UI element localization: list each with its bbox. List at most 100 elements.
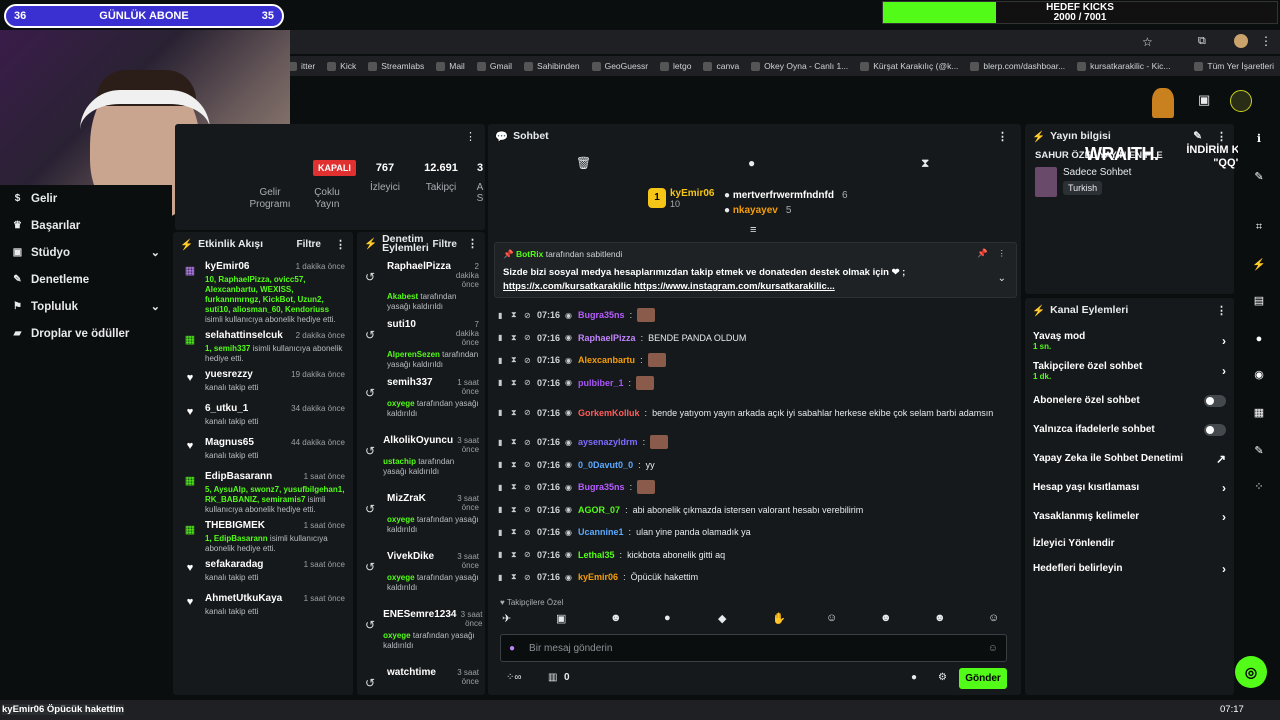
activity-username[interactable]: Magnus65: [205, 438, 254, 448]
emote-10-icon[interactable]: ☺: [988, 612, 999, 624]
ban-icon[interactable]: ⊘: [524, 573, 532, 582]
nav-item[interactable]: ✎ Denetleme: [0, 266, 172, 293]
moderation-username[interactable]: ENESemre1234: [383, 610, 456, 628]
ban-icon[interactable]: ⊘: [524, 356, 532, 365]
extensions-icon[interactable]: ⧉: [1198, 35, 1206, 48]
delete-message-icon[interactable]: ▮: [498, 550, 506, 559]
message-username[interactable]: AGOR_07: [578, 505, 620, 515]
moderator-name[interactable]: Akabest: [387, 292, 418, 301]
timeout-icon[interactable]: ⧗: [511, 437, 519, 447]
ban-icon[interactable]: ⊘: [524, 528, 532, 537]
ban-icon[interactable]: ⊘: [524, 505, 532, 514]
bookmark-item[interactable]: Kick: [327, 61, 356, 71]
gear-icon[interactable]: ⚙: [938, 672, 947, 683]
message-username[interactable]: 0_0Davut0_0: [578, 460, 633, 470]
infinity-icon[interactable]: ⁘∞: [506, 672, 522, 683]
message-username[interactable]: aysenazyldrm: [578, 437, 638, 447]
ban-icon[interactable]: ⊘: [524, 550, 532, 559]
channel-action-item[interactable]: Yalnızca ifadelerle sohbet: [1025, 415, 1234, 444]
pencil-icon[interactable]: ✎: [1248, 166, 1270, 188]
channel-action-item[interactable]: Hedefleri belirleyin ›: [1025, 556, 1234, 581]
chat-menu-icon[interactable]: ⋮: [997, 130, 1008, 143]
activity-username[interactable]: EdipBasarann: [205, 472, 272, 482]
moderation-username[interactable]: suti10: [387, 320, 416, 347]
moderator-name[interactable]: AlperenSezen: [387, 350, 440, 359]
bookmark-item[interactable]: Gmail: [476, 61, 512, 71]
bookmark-item[interactable]: itter: [288, 61, 315, 71]
server-icon[interactable]: ▦: [1248, 402, 1270, 424]
delete-message-icon[interactable]: ▮: [498, 573, 506, 582]
delete-message-icon[interactable]: ▮: [498, 505, 506, 514]
chevron-right-icon[interactable]: ›: [1222, 510, 1226, 524]
delete-message-icon[interactable]: ▮: [498, 311, 506, 320]
message-username[interactable]: Alexcanbartu: [578, 355, 635, 365]
profile-avatar[interactable]: [1234, 34, 1248, 48]
timeout-icon[interactable]: ⧗: [511, 310, 519, 320]
bookmark-item[interactable]: blerp.com/dashboar...: [970, 61, 1065, 71]
channel-action-item[interactable]: Yavaş mod 1 sn. ›: [1025, 326, 1234, 356]
bookmark-item[interactable]: Tüm Yer İşaretleri: [1194, 61, 1274, 71]
channel-action-item[interactable]: Hesap yaşı kısıtlaması ›: [1025, 473, 1234, 502]
ban-icon[interactable]: ⊘: [524, 378, 532, 387]
timeout-icon[interactable]: ⧗: [511, 572, 519, 582]
timeout-icon[interactable]: ⧗: [511, 527, 519, 537]
stream-info-menu-icon[interactable]: ⋮: [1216, 130, 1227, 143]
emote-5-icon[interactable]: ◆: [718, 612, 726, 625]
delete-message-icon[interactable]: ▮: [498, 378, 506, 387]
nav-item[interactable]: ▣ Stüdyo ⌄: [0, 239, 172, 266]
chat-input-box[interactable]: ● ☺: [500, 634, 1007, 662]
message-username[interactable]: RaphaelPizza: [578, 333, 636, 343]
activity-username[interactable]: selahattinselcuk: [205, 331, 283, 341]
bookmark-item[interactable]: GeoGuessr: [591, 61, 648, 71]
moderator-name[interactable]: ustachip: [383, 457, 416, 466]
ban-icon[interactable]: ⊘: [524, 333, 532, 342]
bookmark-item[interactable]: kursatkarakilic - Kic...: [1077, 61, 1170, 71]
chevron-down-icon[interactable]: ⌄: [998, 273, 1006, 284]
wrench-rail-icon[interactable]: ✎: [1248, 440, 1270, 462]
ban-icon[interactable]: ⊘: [524, 483, 532, 492]
hourglass-icon[interactable]: ⧗: [921, 156, 929, 171]
bookmark-item[interactable]: Streamlabs: [368, 61, 424, 71]
moderator-name[interactable]: oxyege: [387, 515, 415, 524]
category-name[interactable]: Sadece Sohbet: [1063, 167, 1131, 178]
message-username[interactable]: kyEmir06: [578, 572, 618, 582]
clipboard-icon[interactable]: ▤: [1248, 290, 1270, 312]
emote-2-icon[interactable]: ▣: [556, 612, 566, 625]
bookmark-item[interactable]: canva: [703, 61, 739, 71]
top-gifter[interactable]: ● nkayayev 5: [724, 205, 791, 216]
top-gifter[interactable]: ● mertverfrwermfndnfd 6: [724, 190, 848, 201]
nav-item[interactable]: ♛ Başarılar: [0, 212, 172, 239]
top-gifter[interactable]: 1 kyEmir06 10: [648, 188, 714, 210]
channel-action-item[interactable]: Yasaklanmış kelimeler ›: [1025, 502, 1234, 531]
chevron-down-icon[interactable]: ⌄: [151, 300, 160, 313]
moderation-username[interactable]: watchtime: [387, 668, 436, 686]
points-icon[interactable]: ▥: [548, 672, 557, 683]
activity-username[interactable]: yuesrezzy: [205, 370, 253, 380]
income-program-label[interactable]: Gelir Programı: [245, 187, 295, 211]
external-link-icon[interactable]: ↗: [1216, 452, 1226, 466]
ban-icon[interactable]: ⊘: [524, 460, 532, 469]
chevron-right-icon[interactable]: ›: [1222, 364, 1226, 378]
bookmark-item[interactable]: letgo: [660, 61, 691, 71]
ban-icon[interactable]: ⊘: [524, 311, 532, 320]
chat-rail-icon[interactable]: ●: [1248, 328, 1270, 350]
chevron-right-icon[interactable]: ›: [1222, 562, 1226, 576]
ban-icon[interactable]: ⊘: [524, 408, 532, 417]
timeout-icon[interactable]: ⧗: [511, 550, 519, 560]
channel-action-item[interactable]: Abonelere özel sohbet: [1025, 386, 1234, 415]
moderation-username[interactable]: VivekDike: [387, 552, 434, 570]
bookmark-item[interactable]: Kürşat Karakılıç (@k...: [860, 61, 958, 71]
ban-icon[interactable]: ⊘: [524, 438, 532, 447]
timeout-icon[interactable]: ⧗: [511, 355, 519, 365]
moderator-name[interactable]: oxyege: [383, 631, 411, 640]
crop-icon[interactable]: ⌗: [1248, 216, 1270, 238]
activity-filter-button[interactable]: Filtre: [297, 239, 321, 250]
message-username[interactable]: Bugra35ns: [578, 482, 625, 492]
toggle-switch[interactable]: [1204, 394, 1226, 407]
message-username[interactable]: Lethal35: [578, 550, 615, 560]
stats-menu-icon[interactable]: ⋮: [465, 130, 476, 143]
emote-7-icon[interactable]: ☺: [826, 612, 837, 624]
delete-message-icon[interactable]: ▮: [498, 460, 506, 469]
chevron-right-icon[interactable]: ›: [1222, 481, 1226, 495]
emote-6-icon[interactable]: ✋: [772, 612, 786, 625]
